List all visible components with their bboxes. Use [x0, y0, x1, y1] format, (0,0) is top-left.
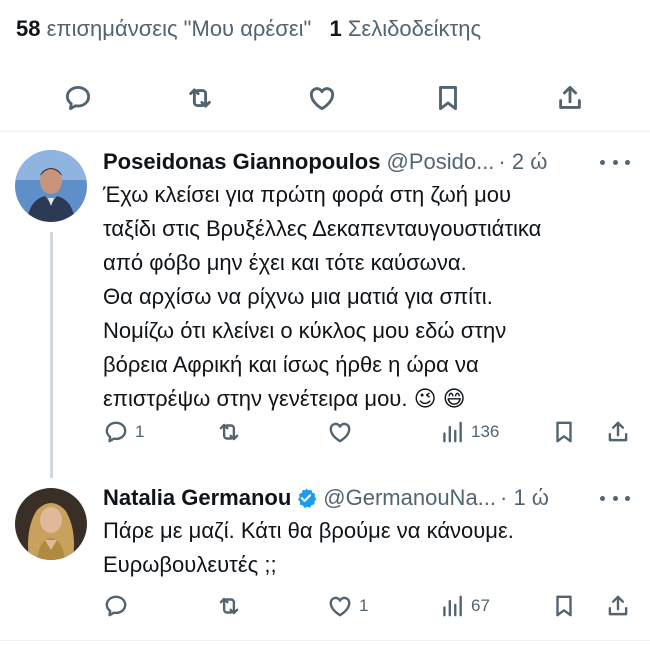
- likes-label[interactable]: επισημάνσεις "Μου αρέσει": [47, 16, 312, 41]
- tweet-line: Ευρωβουλευτές ;;: [103, 552, 277, 577]
- tweet-line: επιστρέψω στην γενέτειρα μου. 😉 😄: [103, 386, 466, 411]
- avatar[interactable]: [15, 150, 87, 222]
- main-tweet-action-bar: [0, 78, 650, 120]
- bookmark-button[interactable]: [551, 590, 577, 622]
- engagement-stats: 58 επισημάνσεις "Μου αρέσει" 1 Σελιδοδεί…: [16, 14, 481, 44]
- tweet-line: βόρεια Αφρική και ίσως ήρθε η ώρα να: [103, 352, 479, 377]
- more-icon: [600, 495, 605, 501]
- share-button[interactable]: [605, 416, 631, 448]
- tweet-line: Θα αρχίσω να ρίχνω μια ματιά για σπίτι.: [103, 284, 493, 309]
- tweet-line: από φόβο μην έχει και τότε καύσωνα.: [103, 250, 467, 275]
- reply-icon: [105, 421, 127, 443]
- reply-icon: [105, 595, 127, 617]
- views-button[interactable]: 136: [439, 416, 499, 448]
- bookmark-button[interactable]: [551, 416, 577, 448]
- thread-line: [50, 232, 53, 478]
- views-count: 67: [471, 596, 490, 615]
- bookmark-icon: [556, 595, 572, 617]
- reply-icon: [65, 85, 91, 111]
- timestamp[interactable]: · 1 ώ: [500, 484, 549, 512]
- retweet-icon: [219, 423, 239, 441]
- like-button[interactable]: [327, 416, 353, 448]
- bookmarks-count[interactable]: 1: [329, 16, 341, 41]
- like-button[interactable]: 1: [327, 590, 368, 622]
- likes-count[interactable]: 58: [16, 16, 40, 41]
- divider: [0, 640, 650, 641]
- avatar-photo: [15, 150, 87, 222]
- tweet-line: Νομίζω ότι κλείνει ο κύκλος μου εδώ στην: [103, 318, 507, 343]
- divider: [0, 131, 650, 132]
- tweet-line: Έχω κλείσει για πρώτη φορά στη ζωή μου: [103, 182, 512, 207]
- bookmark-icon: [439, 85, 457, 111]
- timestamp[interactable]: · 2 ώ: [498, 148, 547, 176]
- share-icon: [608, 595, 628, 616]
- share-button[interactable]: [605, 590, 631, 622]
- more-options-button[interactable]: [600, 152, 630, 172]
- views-count: 136: [471, 422, 500, 441]
- bookmark-icon: [556, 421, 572, 443]
- avatar-photo: [15, 488, 87, 560]
- like-icon: [329, 422, 351, 443]
- retweet-button[interactable]: [216, 416, 242, 448]
- retweet-icon: [189, 88, 211, 108]
- author-handle[interactable]: @GermanouNa...: [323, 484, 496, 512]
- reply-button[interactable]: [58, 78, 98, 118]
- bookmarks-label[interactable]: Σελιδοδείκτης: [348, 16, 481, 41]
- tweet-header: Natalia Germanou @GermanouNa... · 1 ώ: [103, 484, 549, 512]
- tweet-text: Έχω κλείσει για πρώτη φορά στη ζωή μου τ…: [103, 178, 633, 416]
- avatar[interactable]: [15, 488, 87, 560]
- reply-count: 1: [135, 422, 145, 441]
- author-name[interactable]: Natalia Germanou: [103, 484, 291, 512]
- like-icon: [309, 87, 335, 111]
- more-icon: [600, 159, 605, 165]
- like-icon: [329, 596, 351, 617]
- retweet-button[interactable]: [180, 78, 220, 118]
- tweet-line: Πάρε με μαζί. Κάτι θα βρούμε να κάνουμε.: [103, 518, 514, 543]
- share-icon: [559, 85, 581, 109]
- like-button[interactable]: [302, 78, 342, 118]
- tweet-line: ταξίδι στις Βρυξέλλες Δεκαπενταυγουστιάτ…: [103, 216, 542, 241]
- author-name[interactable]: Poseidonas Giannopoulos: [103, 148, 380, 176]
- views-icon: [443, 595, 462, 617]
- verified-badge-icon[interactable]: [295, 487, 317, 509]
- views-button[interactable]: 67: [439, 590, 490, 622]
- tweet-header: Poseidonas Giannopoulos @Posido... · 2 ώ: [103, 148, 547, 176]
- reply-button[interactable]: 1: [103, 416, 144, 448]
- like-count: 1: [359, 596, 369, 615]
- author-handle[interactable]: @Posido...: [386, 148, 494, 176]
- retweet-button[interactable]: [216, 590, 242, 622]
- share-icon: [608, 421, 628, 442]
- tweet-text: Πάρε με μαζί. Κάτι θα βρούμε να κάνουμε.…: [103, 514, 633, 582]
- share-button[interactable]: [550, 78, 590, 118]
- reply-button[interactable]: [103, 590, 129, 622]
- views-icon: [443, 421, 462, 443]
- more-options-button[interactable]: [600, 488, 630, 508]
- bookmark-button[interactable]: [428, 78, 468, 118]
- retweet-icon: [219, 597, 239, 615]
